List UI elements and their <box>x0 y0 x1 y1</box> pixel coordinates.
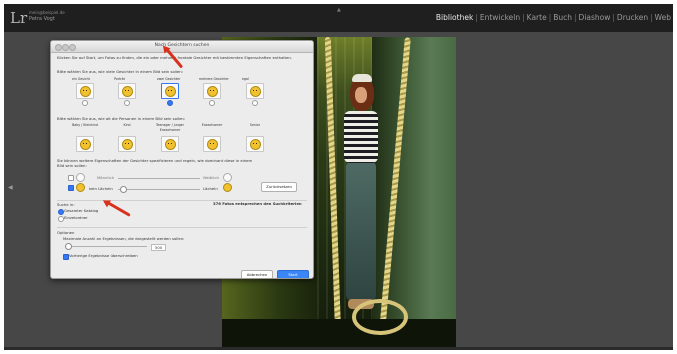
face-icon <box>207 86 218 97</box>
dialog-titlebar: Nach Gesichtern suchen <box>51 41 313 53</box>
module-buch[interactable]: Buch <box>553 13 572 22</box>
search-scope-label: Einzelordner <box>64 215 88 220</box>
age-option-label: Senior <box>249 123 261 127</box>
face-icon <box>250 86 261 97</box>
max-results-field[interactable]: 500 <box>151 244 167 251</box>
smile-slider[interactable] <box>118 189 200 190</box>
no-smile-icon <box>76 183 85 192</box>
start-button[interactable]: Start <box>277 270 309 278</box>
left-panel-toggle-icon[interactable]: ◀ <box>8 184 13 191</box>
count-radio-0[interactable] <box>82 100 88 106</box>
search-in-label: Suche in: <box>57 202 75 207</box>
divider <box>57 227 307 228</box>
count-option-label: mehrere Gesichter <box>199 77 229 81</box>
panel-collapse-icon[interactable]: ▲ <box>337 7 341 13</box>
module-diashow[interactable]: Diashow <box>579 13 611 22</box>
count-prompt: Bitte wählen Sie aus, wie viele Gesichte… <box>57 69 183 74</box>
face-icon <box>207 139 218 150</box>
smile-slider-knob[interactable] <box>120 186 127 193</box>
age-option-label: Kind <box>123 123 131 127</box>
count-option-1[interactable] <box>118 83 136 99</box>
user-name: Petra Vogt <box>29 16 55 22</box>
age-option-label: Teenager / junger Erwachsener <box>156 123 184 133</box>
age-option-1[interactable] <box>118 136 136 152</box>
age-option-3[interactable] <box>203 136 221 152</box>
gender-left-label: Männlich <box>97 175 115 180</box>
intro-text: Klicken Sie auf Start, um Fotos zu finde… <box>57 55 292 60</box>
face-icon <box>80 139 91 150</box>
neutral-face-icon <box>76 173 85 182</box>
max-results-label: Maximale Anzahl an Ergebnissen, die darg… <box>63 236 185 241</box>
options-label: Optionen <box>57 230 75 235</box>
count-option-label: ein Gesicht <box>72 77 90 81</box>
user-email: mein@beispiel.de <box>29 10 65 15</box>
age-prompt: Bitte wählen Sie aus, wie alt die Person… <box>57 116 186 121</box>
neutral-face-icon-right <box>223 173 232 182</box>
gender-right-label: Weiblich <box>203 175 219 180</box>
result-count: 376 Fotos entsprechen den Suchkriterien <box>213 201 302 206</box>
module-picker: Bibliothek | Entwickeln | Karte | Buch | Diashow… <box>436 13 671 22</box>
search-scope-label: Gesamter Katalog <box>64 208 99 213</box>
count-option-label: egal <box>242 77 249 81</box>
module-bibliothek[interactable]: Bibliothek <box>436 13 473 22</box>
face-icon <box>80 86 91 97</box>
count-option-4[interactable] <box>246 83 264 99</box>
face-icon <box>165 86 176 97</box>
top-bar: Lr mein@beispiel.de Petra Vogt ▲ Bibliot… <box>4 4 673 32</box>
smile-right-label: Lächeln <box>203 186 218 191</box>
module-drucken[interactable]: Drucken <box>617 13 648 22</box>
smile-left-label: kein Lächeln <box>89 186 113 191</box>
overwrite-label: Vorherige Ergebnisse überschreiben <box>69 253 138 258</box>
face-icon <box>250 139 261 150</box>
smile-icon <box>223 183 232 192</box>
face-icon <box>122 86 133 97</box>
age-option-4[interactable] <box>246 136 264 152</box>
module-karte[interactable]: Karte <box>527 13 547 22</box>
module-web[interactable]: Web <box>655 13 671 22</box>
face-icon <box>122 139 133 150</box>
age-option-0[interactable] <box>76 136 94 152</box>
smile-checkbox[interactable] <box>68 185 74 191</box>
count-option-2[interactable] <box>161 83 179 99</box>
count-radio-2[interactable] <box>167 100 173 106</box>
cancel-button[interactable]: Abbrechen <box>241 270 273 278</box>
filmstrip-edge <box>4 347 673 350</box>
lightroom-window: Lr mein@beispiel.de Petra Vogt ▲ Bibliot… <box>4 4 673 350</box>
count-radio-3[interactable] <box>209 100 215 106</box>
module-entwickeln[interactable]: Entwickeln <box>480 13 520 22</box>
reset-button[interactable]: Zurücksetzen <box>261 182 297 192</box>
dialog-title: Nach Gesichtern suchen <box>154 43 210 48</box>
count-radio-4[interactable] <box>252 100 258 106</box>
lightroom-logo: Lr <box>10 9 28 27</box>
max-results-knob[interactable] <box>65 243 72 250</box>
count-radio-1[interactable] <box>124 100 130 106</box>
gender-slider[interactable] <box>118 178 200 179</box>
props-prompt: Sie können weitere Eigenschaften der Ges… <box>57 158 253 169</box>
age-option-label: Baby / Kleinkind <box>72 123 98 127</box>
face-icon <box>165 139 176 150</box>
gender-checkbox[interactable] <box>68 175 74 181</box>
count-option-3[interactable] <box>203 83 221 99</box>
age-option-label: Erwachsener <box>201 123 223 127</box>
count-option-label: zwei Gesichter <box>157 77 181 81</box>
max-results-slider[interactable] <box>65 246 147 247</box>
age-option-2[interactable] <box>161 136 179 152</box>
count-option-label: Porträt <box>114 77 125 81</box>
face-search-dialog: Nach Gesichtern suchen Klicken Sie auf S… <box>50 40 314 279</box>
count-option-0[interactable] <box>76 83 94 99</box>
